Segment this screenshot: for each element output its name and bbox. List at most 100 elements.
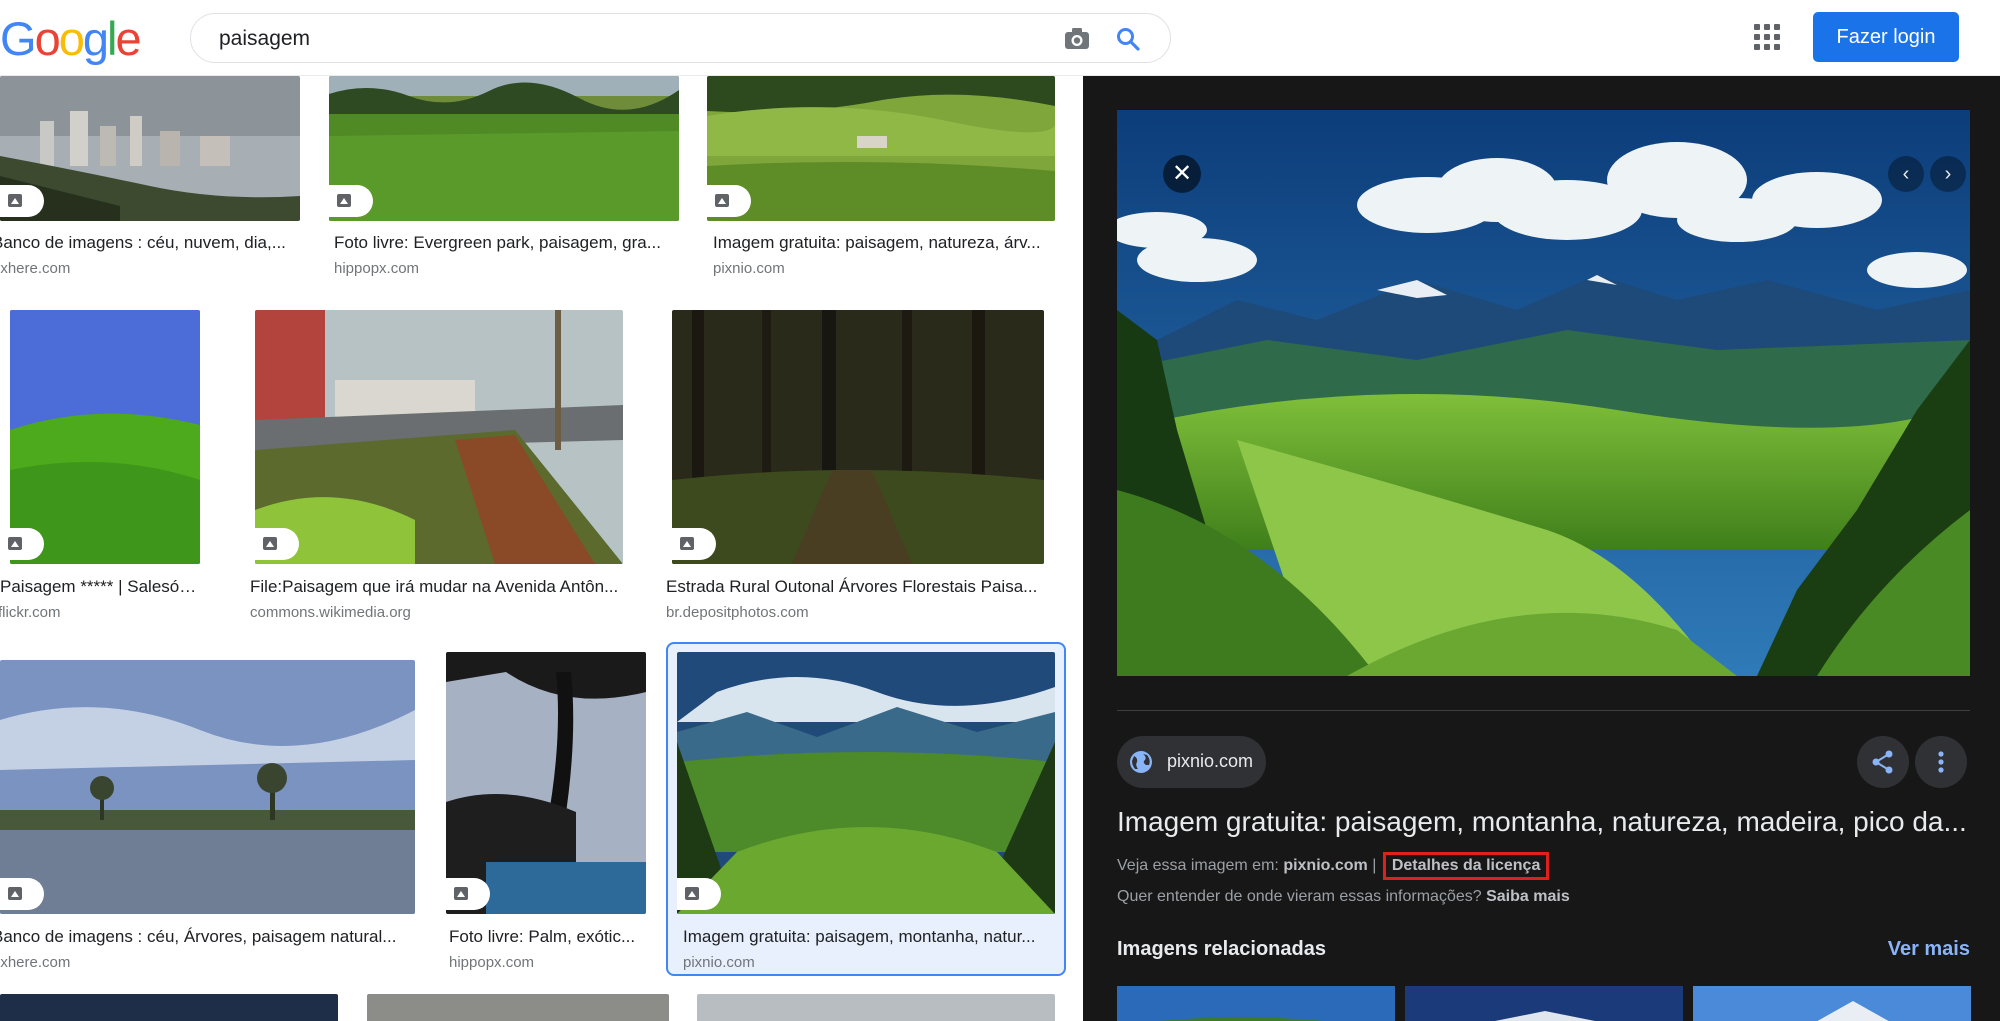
google-logo[interactable]: Google <box>0 12 142 65</box>
result-source[interactable]: commons.wikimedia.org <box>250 604 411 621</box>
related-image[interactable] <box>1117 986 1395 1021</box>
related-images-heading: Imagens relacionadas <box>1117 938 1326 960</box>
result-thumbnail[interactable] <box>0 76 300 221</box>
info-question: Quer entender de onde vieram essas infor… <box>1117 888 1482 905</box>
result-source[interactable]: pixnio.com <box>713 260 785 277</box>
image-icon <box>8 537 22 550</box>
view-image-line: Veja essa imagem em: pixnio.com | Detalh… <box>1117 852 1550 880</box>
source-site-name: pixnio.com <box>1167 751 1254 771</box>
result-thumbnail[interactable] <box>672 310 1044 564</box>
more-vert-icon <box>1938 751 1944 773</box>
source-site-chip[interactable]: pixnio.com <box>1117 736 1266 788</box>
image-type-badge <box>0 185 44 217</box>
image-type-badge <box>672 528 716 560</box>
result-title[interactable]: Estrada Rural Outonal Árvores Florestais… <box>666 577 1046 597</box>
logo-letter: o <box>58 12 85 65</box>
result-card[interactable]: Banco de imagens : céu, Árvores, paisage… <box>0 660 415 971</box>
image-type-badge <box>707 185 751 217</box>
result-card[interactable]: File:Paisagem que irá mudar na Avenida A… <box>250 310 623 621</box>
result-title[interactable]: Paisagem ***** | Salesóp... <box>0 577 200 597</box>
result-thumbnail[interactable] <box>255 310 623 564</box>
image-icon <box>680 537 694 550</box>
result-card[interactable]: Imagem gratuita: paisagem, natureza, árv… <box>707 76 1055 286</box>
share-button[interactable] <box>1857 736 1909 788</box>
camera-icon[interactable] <box>1064 27 1090 51</box>
result-title[interactable]: Foto livre: Palm, exótic... <box>449 927 649 947</box>
result-thumbnail[interactable] <box>707 76 1055 221</box>
result-title[interactable]: File:Paisagem que irá mudar na Avenida A… <box>250 577 620 597</box>
result-card[interactable]: Banco de imagens : céu, nuvem, dia,... p… <box>0 76 300 286</box>
share-icon <box>1872 750 1893 774</box>
result-thumbnail[interactable] <box>697 994 1055 1021</box>
result-source[interactable]: pxhere.com <box>0 954 70 971</box>
result-source[interactable]: br.depositphotos.com <box>666 604 809 621</box>
related-image[interactable] <box>1405 986 1683 1021</box>
image-icon <box>715 194 729 207</box>
image-icon <box>8 887 22 900</box>
image-type-badge <box>0 528 44 560</box>
result-thumbnail[interactable] <box>446 652 646 914</box>
see-more-link[interactable]: Ver mais <box>1888 938 1970 961</box>
search-icon[interactable] <box>1115 26 1141 52</box>
search-input[interactable] <box>219 22 1019 56</box>
previous-icon[interactable]: ‹ <box>1888 156 1924 192</box>
result-card[interactable]: Foto livre: Evergreen park, paisagem, gr… <box>329 76 679 286</box>
result-source[interactable]: pixnio.com <box>683 954 755 971</box>
image-icon <box>337 194 351 207</box>
result-card[interactable]: Foto livre: Palm, exótic... hippopx.com <box>446 652 649 971</box>
preview-title[interactable]: Imagem gratuita: paisagem, montanha, nat… <box>1117 806 1973 838</box>
logo-letter: l <box>106 12 118 65</box>
logo-letter: o <box>34 12 61 65</box>
license-details-label: Detalhes da licença <box>1391 857 1541 874</box>
result-title[interactable]: Imagem gratuita: paisagem, natureza, árv… <box>713 233 1053 253</box>
close-icon[interactable]: ✕ <box>1163 155 1201 193</box>
header: Google Fazer login <box>0 0 2000 76</box>
logo-letter: e <box>115 12 141 65</box>
logo-letter: G <box>0 12 37 65</box>
image-type-badge <box>255 528 299 560</box>
result-source[interactable]: hippopx.com <box>449 954 534 971</box>
image-icon <box>263 537 277 550</box>
license-details-link[interactable]: Detalhes da licença <box>1382 852 1550 880</box>
image-type-badge <box>0 878 44 910</box>
result-title[interactable]: Banco de imagens : céu, nuvem, dia,... <box>0 233 292 253</box>
image-icon <box>8 194 22 207</box>
result-thumbnail[interactable] <box>0 994 338 1021</box>
view-site-link[interactable]: pixnio.com <box>1283 857 1367 874</box>
search-box <box>190 13 1171 63</box>
view-prefix: Veja essa imagem em: <box>1117 857 1279 874</box>
result-thumbnail[interactable] <box>329 76 679 221</box>
result-title[interactable]: Imagem gratuita: paisagem, montanha, nat… <box>683 927 1053 947</box>
apps-grid-icon[interactable] <box>1752 22 1782 52</box>
related-image[interactable] <box>1693 986 1971 1021</box>
result-title[interactable]: Banco de imagens : céu, Árvores, paisage… <box>0 927 407 947</box>
result-thumbnail[interactable] <box>367 994 669 1021</box>
logo-letter: g <box>82 12 109 65</box>
image-type-badge <box>677 878 721 910</box>
more-options-button[interactable] <box>1915 736 1967 788</box>
info-source-line: Quer entender de onde vieram essas infor… <box>1117 888 1570 906</box>
next-icon[interactable]: › <box>1930 156 1966 192</box>
result-thumbnail[interactable] <box>10 310 200 564</box>
image-results-grid: Banco de imagens : céu, nuvem, dia,... p… <box>0 76 1083 1021</box>
preview-panel: ✕ ‹ › pixnio.com Imagem gratuita: paisag… <box>1083 76 2000 1021</box>
learn-more-link[interactable]: Saiba mais <box>1486 888 1570 905</box>
result-card[interactable]: Estrada Rural Outonal Árvores Florestais… <box>666 310 1044 621</box>
result-thumbnail[interactable] <box>677 652 1055 914</box>
separator: | <box>1372 857 1377 874</box>
result-thumbnail[interactable] <box>0 660 415 914</box>
image-icon <box>454 887 468 900</box>
result-card[interactable]: Imagem gratuita: paisagem, montanha, nat… <box>677 652 1055 971</box>
result-card[interactable]: Paisagem ***** | Salesóp... flickr.com <box>0 310 200 621</box>
login-button[interactable]: Fazer login <box>1813 12 1959 62</box>
divider <box>1117 710 1970 711</box>
preview-image[interactable]: ✕ ‹ › <box>1117 110 1970 676</box>
image-icon <box>685 887 699 900</box>
image-type-badge <box>446 878 490 910</box>
result-title[interactable]: Foto livre: Evergreen park, paisagem, gr… <box>334 233 674 253</box>
result-source[interactable]: hippopx.com <box>334 260 419 277</box>
globe-icon <box>1130 751 1152 773</box>
result-source[interactable]: flickr.com <box>0 604 61 621</box>
result-source[interactable]: pxhere.com <box>0 260 70 277</box>
page: Google Fazer login <box>0 0 2000 1021</box>
